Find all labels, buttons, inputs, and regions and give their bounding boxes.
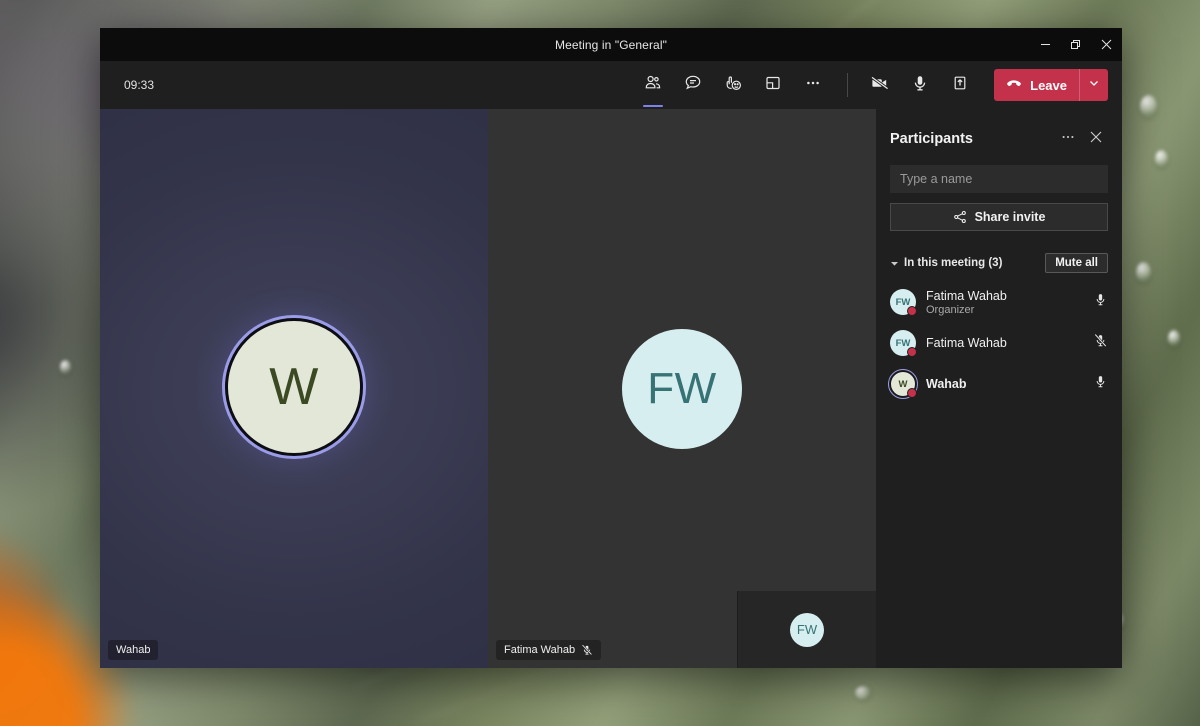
- avatar-fatima-wahab: FW: [622, 329, 742, 449]
- microphone-icon: [909, 72, 931, 99]
- avatar-self-view: FW: [790, 613, 824, 647]
- chat-icon: [683, 73, 703, 98]
- share-invite-label: Share invite: [975, 210, 1046, 224]
- participant-name: Wahab: [116, 644, 150, 656]
- meeting-toolbar: 09:33: [100, 61, 1122, 109]
- chat-button[interactable]: [675, 67, 711, 103]
- hangup-icon: [1005, 75, 1023, 96]
- panel-header-actions: [1056, 127, 1108, 151]
- name-chip-fatima-wahab: Fatima Wahab: [496, 640, 601, 660]
- reactions-button[interactable]: [715, 67, 751, 103]
- microphone-icon: [1093, 292, 1108, 312]
- chevron-down-icon: [1088, 76, 1100, 94]
- in-this-meeting-section-header[interactable]: In this meeting (3) Mute all: [890, 252, 1108, 274]
- breakout-rooms-button[interactable]: [755, 67, 791, 103]
- video-stage: W Wahab FW Fatima Wahab: [100, 109, 876, 668]
- mic-muted-icon: [581, 644, 593, 656]
- toolbar-actions: Leave: [633, 67, 1108, 103]
- teams-meeting-window: Meeting in "General" 09:33: [100, 28, 1122, 668]
- meeting-timer: 09:33: [124, 78, 154, 92]
- window-title-bar[interactable]: Meeting in "General": [100, 28, 1122, 61]
- restore-button[interactable]: [1060, 28, 1090, 61]
- video-tile-wahab[interactable]: W Wahab: [100, 109, 488, 668]
- microphone-button[interactable]: [902, 67, 938, 103]
- water-droplet: [1136, 262, 1151, 283]
- people-button[interactable]: [635, 67, 671, 103]
- breakout-rooms-icon: [763, 73, 783, 98]
- camera-off-icon: [869, 72, 891, 99]
- participant-row[interactable]: FW Fatima Wahab: [890, 324, 1108, 362]
- participant-info: Fatima Wahab Organizer: [926, 289, 1007, 316]
- panel-close-button[interactable]: [1084, 127, 1108, 151]
- camera-button[interactable]: [862, 67, 898, 103]
- participant-info: Wahab: [926, 377, 967, 391]
- name-chip-wahab: Wahab: [108, 640, 158, 660]
- avatar: W: [890, 371, 916, 397]
- water-droplet: [1155, 150, 1168, 168]
- avatar: FW: [890, 330, 916, 356]
- share-screen-button[interactable]: [942, 67, 978, 103]
- mic-muted-icon: [1093, 333, 1108, 353]
- share-screen-icon: [950, 73, 970, 98]
- panel-more-options-button[interactable]: [1056, 127, 1080, 151]
- section-label: In this meeting (3): [904, 257, 1002, 269]
- share-nodes-icon: [953, 210, 967, 224]
- more-options-icon: [1060, 129, 1076, 150]
- more-options-button[interactable]: [795, 67, 831, 103]
- mute-all-button[interactable]: Mute all: [1045, 253, 1108, 273]
- toolbar-divider: [847, 73, 848, 97]
- participant-list: FW Fatima Wahab Organizer: [890, 280, 1108, 403]
- window-body: W Wahab FW Fatima Wahab: [100, 109, 1122, 668]
- chevron-down-icon: [890, 259, 899, 268]
- participant-row[interactable]: W Wahab: [890, 365, 1108, 403]
- water-droplet: [855, 686, 871, 700]
- participant-name: Fatima Wahab: [926, 289, 1007, 303]
- people-icon: [643, 73, 663, 98]
- water-droplet: [60, 360, 71, 375]
- presence-busy-dot: [907, 306, 917, 316]
- reactions-icon: [723, 73, 743, 98]
- participant-row[interactable]: FW Fatima Wahab Organizer: [890, 283, 1108, 321]
- participant-name: Wahab: [926, 377, 967, 391]
- more-options-icon: [803, 73, 823, 98]
- search-participant-input[interactable]: [890, 165, 1108, 193]
- participant-name: Fatima Wahab: [926, 336, 1007, 350]
- participant-mic-button[interactable]: [1093, 333, 1108, 353]
- panel-title: Participants: [890, 131, 973, 147]
- avatar-wahab: W: [225, 318, 363, 456]
- leave-button[interactable]: Leave: [994, 69, 1079, 101]
- share-invite-button[interactable]: Share invite: [890, 203, 1108, 231]
- avatar: FW: [890, 289, 916, 315]
- window-controls: [1030, 28, 1122, 61]
- participants-panel: Participants: [876, 109, 1122, 668]
- participants-panel-header: Participants: [890, 117, 1108, 161]
- close-button[interactable]: [1090, 28, 1122, 61]
- video-tile-fatima-wahab[interactable]: FW Fatima Wahab FW: [488, 109, 876, 668]
- window-title: Meeting in "General": [100, 38, 1122, 52]
- leave-dropdown-button[interactable]: [1080, 69, 1108, 101]
- participant-mic-button[interactable]: [1093, 292, 1108, 312]
- self-view-tile[interactable]: FW: [737, 591, 876, 668]
- participant-role: Organizer: [926, 304, 1007, 316]
- microphone-icon: [1093, 374, 1108, 394]
- participant-mic-button[interactable]: [1093, 374, 1108, 394]
- minimize-button[interactable]: [1030, 28, 1060, 61]
- water-droplet: [1168, 330, 1180, 347]
- presence-busy-dot: [907, 347, 917, 357]
- participant-name: Fatima Wahab: [504, 644, 575, 656]
- water-droplet: [1140, 95, 1157, 118]
- leave-group: Leave: [994, 69, 1108, 101]
- participant-info: Fatima Wahab: [926, 336, 1007, 350]
- close-icon: [1089, 130, 1103, 149]
- presence-busy-dot: [907, 388, 917, 398]
- leave-label: Leave: [1030, 78, 1067, 93]
